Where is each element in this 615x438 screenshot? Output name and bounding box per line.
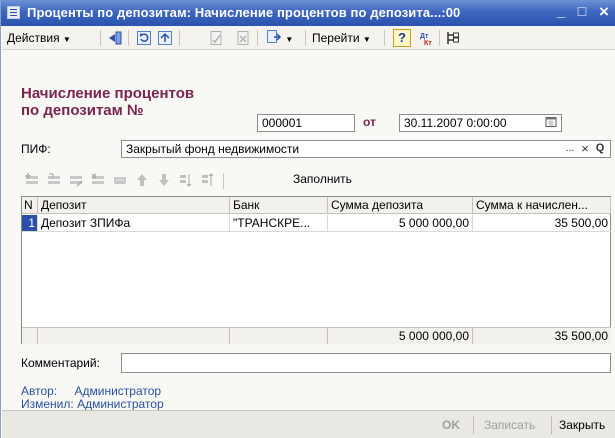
deposit-amount-cell[interactable]: 5 000 000,00 bbox=[328, 215, 473, 232]
actions-menu[interactable]: Действия ▼ bbox=[7, 29, 71, 47]
search-icon[interactable]: Q bbox=[593, 142, 607, 156]
column-header-number[interactable]: N bbox=[22, 197, 38, 214]
bank-cell[interactable]: "ТРАНСКРЕ... bbox=[230, 215, 328, 232]
total-deposit-amount: 5 000 000,00 bbox=[328, 327, 473, 344]
author-label: Автор: bbox=[21, 384, 58, 398]
document-date-field[interactable]: 30.11.2007 0:00:00 bbox=[399, 114, 562, 132]
button-divider bbox=[551, 416, 552, 434]
toolbar-divider bbox=[128, 30, 129, 46]
minimize-button[interactable]: _ bbox=[552, 3, 570, 21]
pif-value: Закрытый фонд недвижимости bbox=[126, 142, 300, 156]
goto-menu[interactable]: Перейти ▼ bbox=[312, 29, 371, 47]
svg-text:Дт: Дт bbox=[420, 33, 429, 40]
button-divider bbox=[473, 416, 474, 434]
chevron-down-icon: ▼ bbox=[285, 35, 294, 44]
ok-button[interactable]: OK bbox=[442, 418, 460, 432]
move-up-icon[interactable] bbox=[135, 173, 149, 187]
edit-row-icon[interactable] bbox=[69, 173, 83, 187]
svg-text:Кт: Кт bbox=[424, 40, 432, 46]
help-icon[interactable]: ? bbox=[393, 29, 411, 47]
column-header-accrual-amount[interactable]: Сумма к начислен... bbox=[473, 197, 611, 214]
fill-button[interactable]: Заполнить bbox=[293, 172, 352, 186]
comment-field[interactable] bbox=[121, 353, 611, 373]
main-toolbar: Действия ▼ ▼ Перейти ▼ ? Дт Кт bbox=[2, 26, 615, 50]
select-button[interactable]: ... bbox=[563, 142, 577, 156]
refresh-icon[interactable] bbox=[136, 30, 152, 46]
save-button[interactable]: Записать bbox=[484, 418, 535, 432]
author-value: Администратор bbox=[74, 384, 162, 398]
toolbar-divider bbox=[305, 30, 306, 46]
clear-icon[interactable]: × bbox=[578, 142, 592, 156]
accrual-amount-cell[interactable]: 35 500,00 bbox=[473, 215, 611, 232]
title-bar[interactable]: Проценты по депозитам: Начисление процен… bbox=[1, 0, 615, 26]
toolbar-divider bbox=[179, 30, 180, 46]
sort-descending-icon[interactable] bbox=[201, 173, 215, 187]
copy-row-icon[interactable] bbox=[47, 173, 61, 187]
chevron-down-icon: ▼ bbox=[62, 35, 71, 44]
column-header-bank[interactable]: Банк bbox=[230, 197, 328, 214]
reread-icon[interactable] bbox=[157, 30, 173, 46]
changed-by-value: Администратор bbox=[77, 397, 164, 411]
calendar-icon[interactable] bbox=[544, 116, 558, 130]
document-window: Проценты по депозитам: Начисление процен… bbox=[0, 0, 615, 438]
changed-by-label: Изменил: bbox=[21, 397, 74, 411]
deposits-table[interactable]: N Депозит Банк Сумма депозита Сумма к на… bbox=[21, 196, 611, 344]
debit-credit-icon[interactable]: Дт Кт bbox=[418, 30, 434, 46]
author-line: Автор: Администратор bbox=[21, 384, 161, 398]
unpost-document-icon[interactable] bbox=[235, 30, 251, 46]
pif-label: ПИФ: bbox=[21, 142, 51, 156]
toolbar-divider bbox=[439, 30, 440, 46]
post-document-icon[interactable] bbox=[208, 30, 224, 46]
form-heading-line2: по депозитам № bbox=[21, 102, 144, 119]
deposit-cell[interactable]: Депозит ЗПИФа bbox=[38, 215, 230, 232]
changed-by-line: Изменил: Администратор bbox=[21, 397, 164, 411]
total-accrual-amount: 35 500,00 bbox=[473, 327, 611, 344]
end-edit-icon[interactable] bbox=[113, 173, 127, 187]
window-title: Проценты по депозитам: Начисление процен… bbox=[27, 5, 461, 20]
column-header-deposit-amount[interactable]: Сумма депозита bbox=[328, 197, 473, 214]
column-header-deposit[interactable]: Депозит bbox=[38, 197, 230, 214]
chevron-down-icon: ▼ bbox=[362, 35, 371, 44]
comment-label: Комментарий: bbox=[21, 356, 100, 370]
footer-cell bbox=[230, 327, 328, 344]
form-heading: Начисление процентов по депозитам № bbox=[21, 85, 194, 119]
document-icon bbox=[7, 6, 20, 19]
footer-cell bbox=[22, 327, 38, 344]
toolbar-divider bbox=[384, 30, 385, 46]
toolbar-divider bbox=[100, 30, 101, 46]
document-arrow-icon bbox=[267, 30, 282, 43]
close-form-button[interactable]: Закрыть bbox=[559, 418, 605, 432]
add-row-icon[interactable] bbox=[25, 173, 39, 187]
form-heading-line1: Начисление процентов bbox=[21, 85, 195, 102]
delete-row-icon[interactable] bbox=[91, 173, 105, 187]
bottom-bar: OK Записать Закрыть bbox=[2, 410, 615, 438]
maximize-button[interactable]: □ bbox=[573, 3, 591, 21]
footer-cell bbox=[38, 327, 230, 344]
document-number-field[interactable]: 000001 bbox=[257, 114, 355, 132]
toolbar-divider bbox=[223, 173, 224, 189]
document-date-value: 30.11.2007 0:00:00 bbox=[404, 116, 507, 130]
date-label: от bbox=[363, 115, 376, 129]
structure-icon[interactable] bbox=[445, 30, 461, 46]
row-number-cell[interactable]: 1 bbox=[22, 215, 38, 232]
toolbar-divider bbox=[257, 30, 258, 46]
goto-menu-label: Перейти bbox=[312, 31, 360, 45]
sort-ascending-icon[interactable] bbox=[179, 173, 193, 187]
close-button[interactable]: × bbox=[595, 3, 613, 21]
pif-field[interactable]: Закрытый фонд недвижимости ... × Q bbox=[121, 140, 611, 158]
move-down-icon[interactable] bbox=[157, 173, 171, 187]
move-left-icon[interactable] bbox=[107, 30, 123, 46]
create-based-on-menu[interactable]: ▼ bbox=[266, 29, 293, 47]
actions-menu-label: Действия bbox=[7, 31, 60, 45]
